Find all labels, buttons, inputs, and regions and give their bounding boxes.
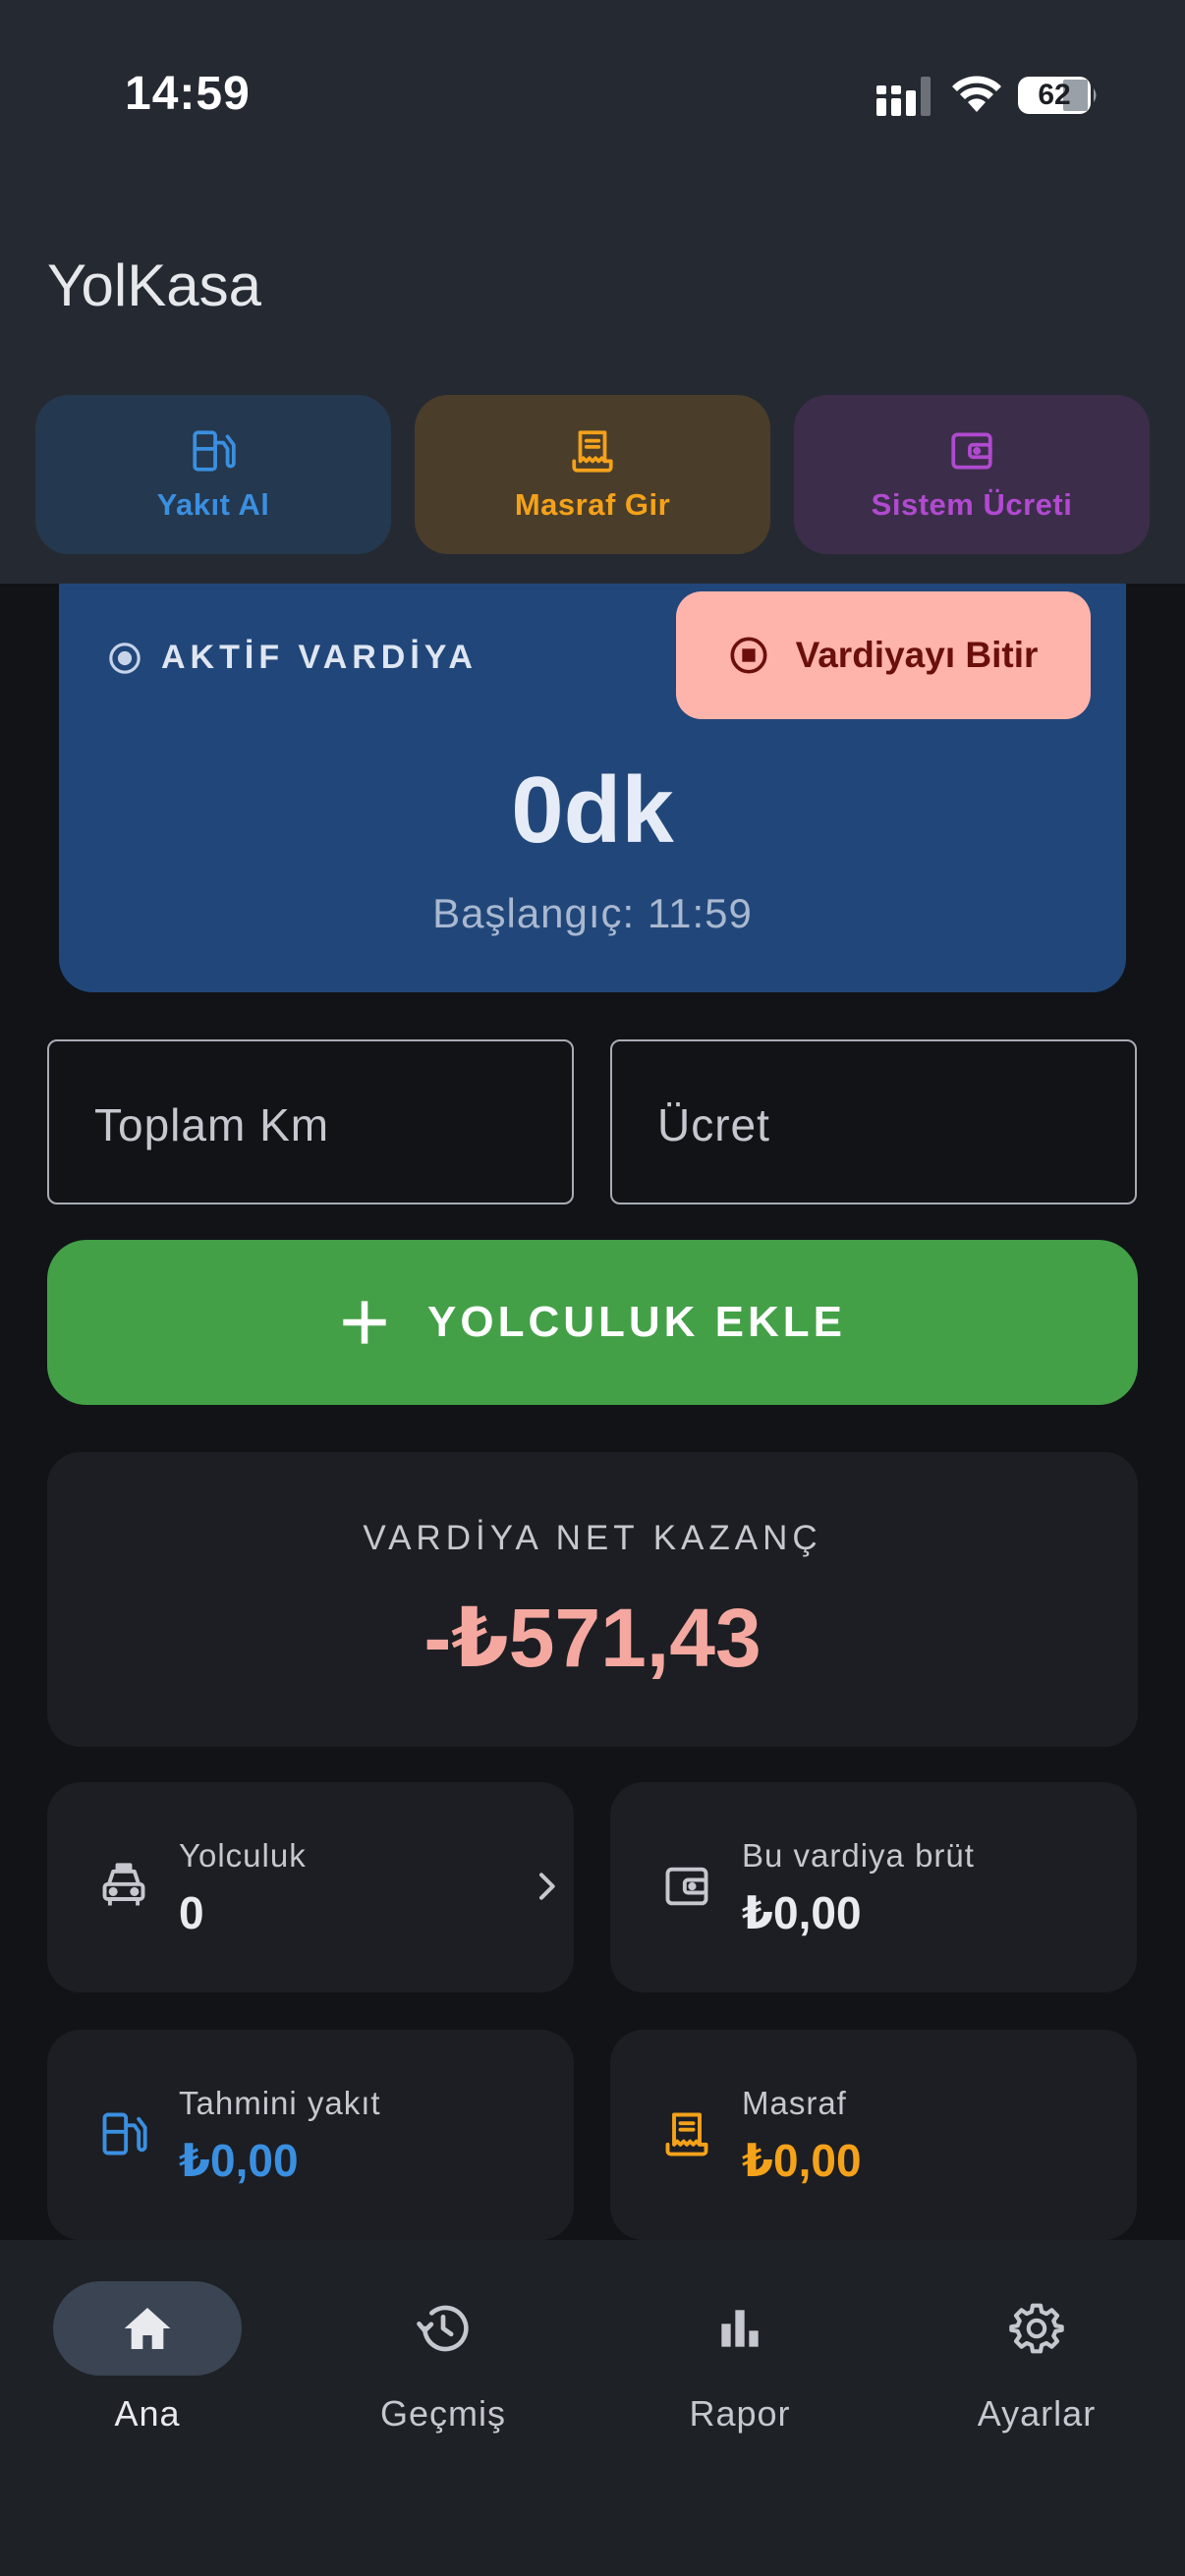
wallet-icon xyxy=(951,432,992,470)
battery-level: 62 xyxy=(1038,79,1071,111)
rides-label: Yolculuk xyxy=(179,1837,307,1874)
nav-settings[interactable]: Ayarlar xyxy=(919,2281,1155,2458)
fee-placeholder: Ücret xyxy=(657,1099,770,1150)
estimated-fuel-tile: Tahmini yakıt ₺0,00 xyxy=(47,2030,574,2240)
app-title: YolKasa xyxy=(47,252,261,318)
nav-report-label: Rapor xyxy=(689,2393,791,2434)
gear-icon xyxy=(1009,2303,1064,2354)
status-bar: 14:59 62 xyxy=(0,0,1185,187)
radio-dot-icon xyxy=(109,642,141,674)
app-header: 14:59 62 YolKasa Yakıt Al Masraf Gir Sis… xyxy=(0,0,1185,584)
nav-settings-label: Ayarlar xyxy=(977,2393,1097,2434)
fuel-pump-icon xyxy=(102,2112,147,2156)
receipt-icon xyxy=(572,430,613,473)
buy-fuel-label: Yakıt Al xyxy=(156,487,270,522)
nav-history[interactable]: Geçmiş xyxy=(325,2281,561,2458)
taxi-icon xyxy=(102,1863,145,1906)
chevron-right-icon xyxy=(539,1873,555,1900)
cellular-signal-icon xyxy=(876,77,931,116)
expense-tile: Masraf ₺0,00 xyxy=(610,2030,1137,2240)
gross-earnings-label: Bu vardiya brüt xyxy=(742,1837,975,1874)
home-icon xyxy=(124,2308,171,2349)
end-shift-label: Vardiyayı Bitir xyxy=(795,635,1039,675)
add-ride-label: YOLCULUK EKLE xyxy=(427,1298,846,1346)
system-fee-label: Sistem Ücreti xyxy=(871,487,1073,522)
net-earnings-card: VARDİYA NET KAZANÇ -₺571,43 xyxy=(47,1452,1138,1747)
add-expense-button[interactable]: Masraf Gir xyxy=(415,395,770,554)
shift-status: AKTİF VARDİYA xyxy=(108,639,478,677)
total-km-placeholder: Toplam Km xyxy=(94,1099,330,1150)
nav-home-label: Ana xyxy=(114,2393,181,2434)
fuel-pump-icon xyxy=(193,430,236,472)
shift-duration: 0dk xyxy=(511,757,674,863)
history-icon xyxy=(417,2305,469,2352)
add-expense-label: Masraf Gir xyxy=(514,487,671,522)
nav-home[interactable]: Ana xyxy=(29,2281,265,2458)
expense-value: ₺0,00 xyxy=(742,2135,862,2186)
estimated-fuel-label: Tahmini yakıt xyxy=(179,2085,381,2121)
end-shift-button[interactable]: Vardiyayı Bitir xyxy=(676,591,1091,719)
shift-start-time: Başlangıç: 11:59 xyxy=(432,890,753,936)
bottom-navigation: Ana Geçmiş Rapor Ayarlar xyxy=(0,2240,1185,2576)
active-shift-card: AKTİF VARDİYA Vardiyayı Bitir 0dk Başlan… xyxy=(59,550,1126,992)
gross-earnings-value: ₺0,00 xyxy=(742,1887,862,1938)
nav-report[interactable]: Rapor xyxy=(622,2281,858,2458)
rides-tile[interactable]: Yolculuk 0 xyxy=(47,1782,574,1992)
wifi-icon xyxy=(952,76,1001,112)
total-km-input[interactable]: Toplam Km xyxy=(47,1039,574,1204)
bar-chart-icon xyxy=(721,2310,759,2347)
net-earnings-value: -₺571,43 xyxy=(423,1592,762,1684)
rides-count: 0 xyxy=(179,1887,204,1938)
expense-label: Masraf xyxy=(742,2085,847,2121)
status-time: 14:59 xyxy=(125,68,251,120)
add-ride-button[interactable]: YOLCULUK EKLE xyxy=(47,1240,1138,1405)
stop-circle-icon xyxy=(730,637,767,674)
gross-earnings-tile: Bu vardiya brüt ₺0,00 xyxy=(610,1782,1137,1992)
buy-fuel-button[interactable]: Yakıt Al xyxy=(35,395,391,554)
wallet-icon xyxy=(665,1867,708,1906)
net-earnings-label: VARDİYA NET KAZANÇ xyxy=(363,1519,822,1557)
estimated-fuel-value: ₺0,00 xyxy=(179,2135,299,2186)
system-fee-button[interactable]: Sistem Ücreti xyxy=(794,395,1150,554)
shift-status-label: AKTİF VARDİYA xyxy=(161,639,478,676)
plus-icon xyxy=(343,1301,386,1344)
quick-actions: Yakıt Al Masraf Gir Sistem Ücreti xyxy=(35,395,1150,554)
fee-input[interactable]: Ücret xyxy=(610,1039,1137,1204)
receipt-icon xyxy=(665,2112,708,2156)
nav-history-label: Geçmiş xyxy=(379,2393,506,2434)
